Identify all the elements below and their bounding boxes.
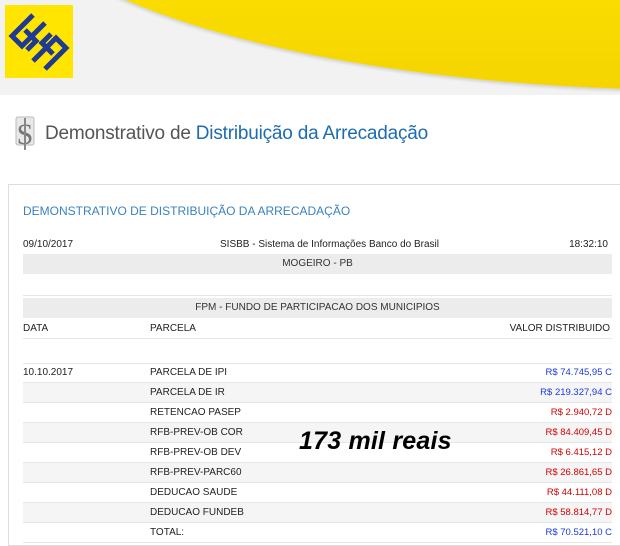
row-date: 10.10.2017 <box>23 367 74 378</box>
title-highlight: Distribuição da Arrecadação <box>195 123 429 144</box>
row-valor: R$ 70.521,10 C <box>545 527 612 538</box>
row-parcela: PARCELA DE IPI <box>150 367 228 378</box>
row-valor: R$ 58.814,77 D <box>545 507 612 518</box>
page-title-text: Demonstrativo de Distribuição da Arrecad… <box>45 123 428 145</box>
row-parcela: RETENCAO PASEP <box>150 407 241 418</box>
table-row: RETENCAO PASEP R$ 2.940,72 D <box>23 403 612 423</box>
page-header <box>0 0 620 95</box>
row-valor: R$ 84.409,45 D <box>545 427 612 438</box>
table-row: DEDUCAO FUNDEB R$ 58.814,77 D <box>23 503 612 523</box>
table-row: 10.10.2017 PARCELA DE IPI R$ 74.745,95 C <box>23 363 612 383</box>
row-valor: R$ 219.327,94 C <box>540 387 612 398</box>
report-meta-row: 09/10/2017 SISBB - Sistema de Informaçõe… <box>23 237 612 253</box>
table-row: PARCELA DE IR R$ 219.327,94 C <box>23 383 612 403</box>
row-valor: R$ 74.745,95 C <box>545 367 612 378</box>
row-valor: R$ 6.415,12 D <box>550 447 612 458</box>
report-system: SISBB - Sistema de Informações Banco do … <box>220 239 439 250</box>
banco-do-brasil-logo-icon[interactable] <box>5 5 73 78</box>
report-time: 18:32:10 <box>569 239 608 250</box>
table-header: DATA PARCELA VALOR DISTRIBUIDO <box>23 318 612 339</box>
row-valor: R$ 2.940,72 D <box>550 407 612 418</box>
row-valor: R$ 26.861,65 D <box>545 467 612 478</box>
blank-row <box>23 339 612 364</box>
title-prefix: Demonstrativo de <box>45 123 196 144</box>
municipio-row: MOGEIRO - PB <box>23 254 612 274</box>
table-row: DEDUCAO SAUDE R$ 44.111,08 D <box>23 483 612 503</box>
report-date: 09/10/2017 <box>23 239 74 250</box>
column-date-header: DATA <box>23 323 49 334</box>
overlay-caption: 173 mil reais <box>299 427 452 455</box>
table-row-total: TOTAL: R$ 70.521,10 C <box>23 523 612 543</box>
column-parcela-header: PARCELA <box>150 323 196 334</box>
dollar-document-icon: S <box>15 116 35 151</box>
row-parcela: DEDUCAO FUNDEB <box>150 507 244 518</box>
page-title: S Demonstrativo de Distribuição da Arrec… <box>12 114 428 154</box>
column-valor-header: VALOR DISTRIBUIDO <box>509 323 610 334</box>
table-row: RFB-PREV-PARC60 R$ 26.861,65 D <box>23 463 612 483</box>
row-parcela: TOTAL: <box>150 527 185 538</box>
row-valor: R$ 44.111,08 D <box>546 487 612 498</box>
report-panel: DEMONSTRATIVO DE DISTRIBUIÇÃO DA ARRECAD… <box>8 184 620 546</box>
row-parcela: RFB-PREV-OB COR <box>150 427 243 438</box>
row-parcela: PARCELA DE IR <box>150 387 225 398</box>
fund-row: FPM - FUNDO DE PARTICIPACAO DOS MUNICIPI… <box>23 298 612 318</box>
header-yellow-band <box>0 0 620 90</box>
report-heading: DEMONSTRATIVO DE DISTRIBUIÇÃO DA ARRECAD… <box>23 204 351 218</box>
row-parcela: DEDUCAO SAUDE <box>150 487 238 498</box>
row-parcela: RFB-PREV-OB DEV <box>150 447 242 458</box>
row-parcela: RFB-PREV-PARC60 <box>150 467 242 478</box>
spacer-row <box>23 275 612 296</box>
